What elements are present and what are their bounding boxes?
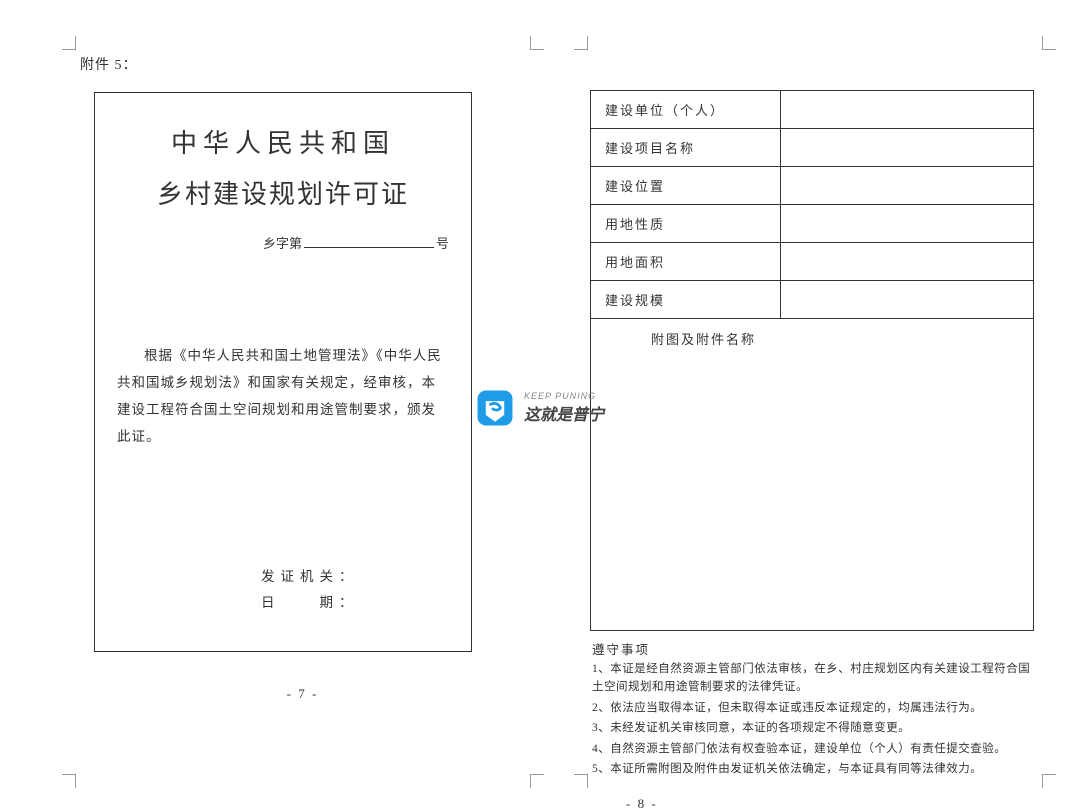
issue-date-label: 日 期： [95, 591, 471, 611]
field-label-landuse: 用地性质 [591, 205, 781, 242]
cert-body-text: 根据《中华人民共和国土地管理法》《中华人民共和国城乡规划法》和国家有关规定，经审… [117, 342, 449, 450]
attachments-header: 附图及附件名称 [591, 319, 1033, 354]
cert-title-country: 中华人民共和国 [117, 123, 449, 160]
field-label-project: 建设项目名称 [591, 129, 781, 166]
field-label-scale: 建设规模 [591, 281, 781, 318]
note-3: 3、未经发证机关审核同意，本证的各项规定不得随意变更。 [592, 719, 1040, 737]
table-row: 建设规模 [591, 281, 1033, 319]
field-value-location [781, 167, 1033, 204]
field-label-area: 用地面积 [591, 243, 781, 280]
attachment-label: 附件 5： [80, 54, 525, 74]
notes-header: 遵守事项 [592, 639, 1042, 658]
cert-no-blank [304, 235, 434, 248]
form-table: 建设单位（个人） 建设项目名称 建设位置 用地性质 用地面积 建设规模 [590, 90, 1034, 631]
field-value-scale [781, 281, 1033, 318]
watermark-text: 这就是普宁 [524, 401, 604, 425]
table-row: 用地面积 [591, 243, 1033, 281]
watermark-subtext: KEEP PUNING [524, 391, 604, 401]
notes-list: 1、本证是经自然资源主管部门依法审核，在乡、村庄规划区内有关建设工程符合国土空间… [590, 660, 1042, 778]
attachments-space [591, 354, 1033, 630]
watermark: KEEP PUNING 这就是普宁 [472, 385, 604, 431]
page-number-8: - 8 - [590, 796, 1042, 812]
field-label-unit: 建设单位（个人） [591, 91, 781, 128]
cert-title-name: 乡村建设规划许可证 [117, 174, 449, 211]
table-row: 建设项目名称 [591, 129, 1033, 167]
certificate-box: 中华人民共和国 乡村建设规划许可证 乡字第 号 根据《中华人民共和国土地管理法》《… [94, 92, 472, 652]
field-value-project [781, 129, 1033, 166]
page-number-7: - 7 - [80, 686, 525, 702]
table-row: 用地性质 [591, 205, 1033, 243]
field-label-location: 建设位置 [591, 167, 781, 204]
cert-number-line: 乡字第 号 [117, 233, 449, 252]
watermark-logo-icon [472, 385, 518, 431]
page-7: 附件 5： 中华人民共和国 乡村建设规划许可证 乡字第 号 根据《中华人民共和国土… [80, 54, 525, 754]
attachments-row: 附图及附件名称 [591, 319, 1033, 630]
cert-issue-block: 发证机关： 日 期： [95, 559, 471, 617]
page-8: 建设单位（个人） 建设项目名称 建设位置 用地性质 用地面积 建设规模 [590, 90, 1042, 770]
note-2: 2、依法应当取得本证，但未取得本证或违反本证规定的，均属违法行为。 [592, 699, 1040, 717]
table-row: 建设位置 [591, 167, 1033, 205]
field-value-landuse [781, 205, 1033, 242]
field-value-unit [781, 91, 1033, 128]
note-4: 4、自然资源主管部门依法有权查验本证，建设单位（个人）有责任提交查验。 [592, 740, 1040, 758]
cert-no-prefix: 乡字第 [263, 236, 302, 251]
cert-no-suffix: 号 [436, 236, 449, 251]
issuer-label: 发证机关： [95, 565, 471, 585]
note-1: 1、本证是经自然资源主管部门依法审核，在乡、村庄规划区内有关建设工程符合国土空间… [592, 660, 1040, 697]
table-row: 建设单位（个人） [591, 91, 1033, 129]
note-5: 5、本证所需附图及附件由发证机关依法确定，与本证具有同等法律效力。 [592, 760, 1040, 778]
field-value-area [781, 243, 1033, 280]
